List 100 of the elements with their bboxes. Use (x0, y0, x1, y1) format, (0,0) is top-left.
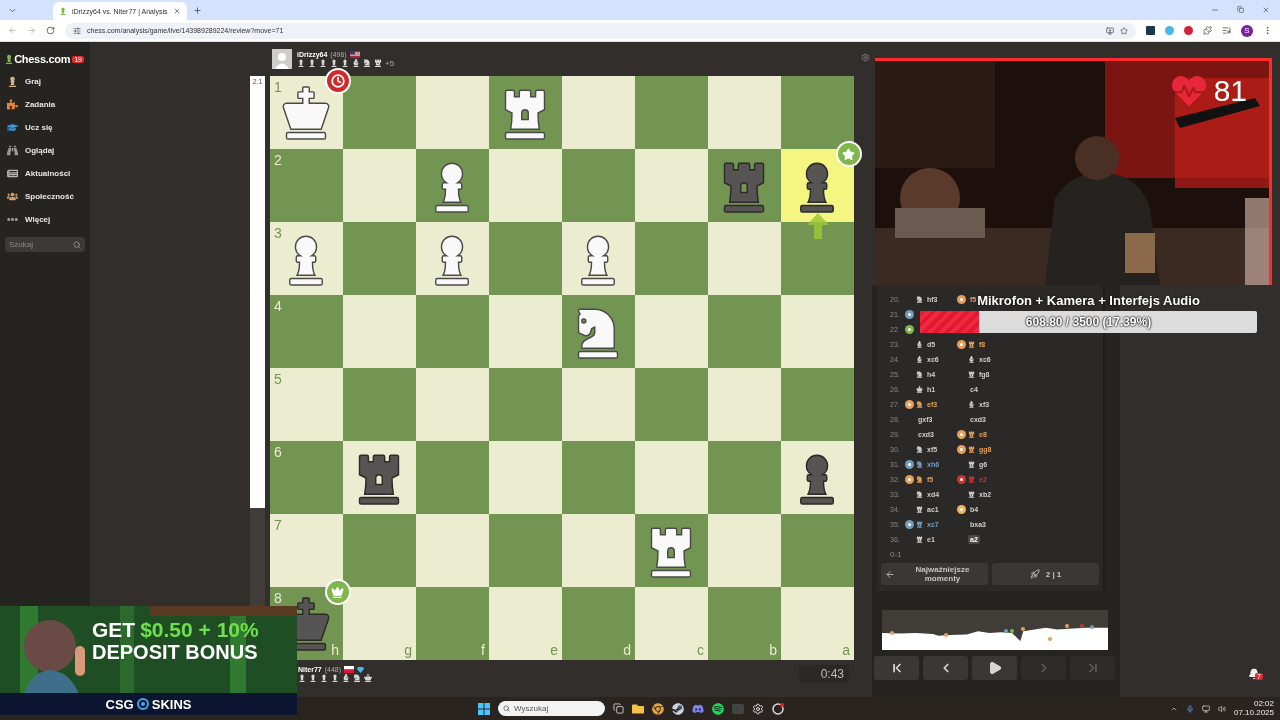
task-view-icon[interactable] (613, 703, 624, 714)
rocket-icon (1029, 569, 1040, 579)
notification-bell-icon[interactable] (1248, 668, 1260, 680)
rocket-button[interactable]: 2 | 1 (992, 563, 1099, 585)
game-result: 0-1 (889, 549, 903, 561)
ad-brand: CSG (105, 696, 134, 712)
heartbeat-icon (1171, 74, 1206, 108)
evaluation-graph[interactable] (882, 610, 1108, 650)
file-label: c (696, 642, 704, 658)
ad-brand: SKINS (151, 696, 192, 712)
volume-icon[interactable] (1217, 704, 1226, 713)
app-icon[interactable] (732, 703, 744, 714)
windows-logo-icon[interactable] (478, 702, 490, 715)
board-square[interactable] (780, 441, 854, 514)
close-icon[interactable] (1262, 6, 1270, 14)
chat-app-icon[interactable] (692, 702, 704, 715)
rank-label: 3 (273, 225, 282, 241)
folder-icon[interactable] (632, 702, 644, 715)
clock-date[interactable]: 07.10.2025 (1233, 708, 1274, 718)
sidebar-item[interactable]: Więcej (0, 208, 90, 231)
game-client-icon[interactable] (672, 702, 684, 715)
board-square[interactable] (342, 441, 416, 514)
menu-icon[interactable] (1263, 26, 1272, 35)
network-icon[interactable] (1201, 704, 1210, 713)
restore-icon[interactable] (1237, 6, 1244, 13)
browser-icon[interactable] (652, 702, 664, 715)
clock-time[interactable]: 02:02 (1253, 699, 1274, 709)
goal-progress-reading: 608.80 / 3500 (17.39%) (1024, 314, 1153, 332)
back-icon[interactable] (8, 26, 17, 35)
heart-rate: 81 (1213, 74, 1247, 108)
install-icon[interactable] (1106, 26, 1114, 35)
file-label: h (331, 642, 339, 658)
board-square[interactable] (634, 514, 708, 587)
board-square[interactable] (561, 295, 635, 368)
binoculars-icon (7, 145, 18, 156)
rank-label: 7 (273, 517, 282, 533)
rank-label: 5 (273, 371, 282, 387)
play-icon (987, 661, 1002, 675)
material-advantage: +5 (384, 58, 395, 68)
close-icon[interactable] (172, 7, 181, 15)
extension-icon[interactable] (1146, 26, 1155, 35)
extensions-icon[interactable] (1203, 26, 1212, 35)
puzzle-icon (7, 99, 18, 110)
board-square[interactable] (488, 76, 562, 149)
music-app-icon[interactable] (712, 702, 724, 715)
minimize-icon[interactable] (1211, 6, 1219, 14)
sidebar-item[interactable]: Aktualności (0, 162, 90, 185)
board-square[interactable] (415, 222, 489, 295)
site-logo[interactable]: Chess.com (14, 53, 71, 65)
extension-icon[interactable] (1184, 26, 1193, 35)
player-clock: 0:43 (799, 665, 849, 683)
sidebar-item[interactable]: Graj (0, 70, 90, 93)
reload-icon[interactable] (46, 26, 55, 35)
board-square[interactable] (561, 222, 635, 295)
sidebar-item[interactable]: Ucz się (0, 116, 90, 139)
diamond-icon (357, 666, 365, 673)
forward-icon[interactable] (27, 26, 36, 35)
media-icon[interactable] (1222, 26, 1231, 35)
settings-icon[interactable] (861, 53, 870, 62)
file-label: f (481, 642, 485, 658)
rank-label: 1 (273, 79, 282, 95)
search-icon (503, 705, 510, 712)
file-label: d (623, 642, 631, 658)
file-label: g (404, 642, 412, 658)
site-info-icon[interactable] (73, 26, 81, 35)
file-label: b (769, 642, 777, 658)
rank-label: 6 (273, 444, 282, 460)
flag-icon (349, 50, 360, 58)
bookmark-icon[interactable] (1120, 26, 1128, 35)
rank-label: 2 (273, 152, 282, 168)
ad-overlay[interactable]: GET $0.50 + 10% DEPOSIT BONUS CSG SKINS (0, 606, 297, 715)
key-moments-button[interactable]: Najważniejsze momenty (881, 563, 988, 585)
ad-headline: DEPOSIT BONUS (92, 641, 259, 664)
sidebar-item[interactable]: Oglądaj (0, 139, 90, 162)
play-move-button[interactable] (972, 656, 1017, 680)
player-avatar (271, 49, 292, 69)
gear-app-icon[interactable] (752, 702, 764, 715)
extension-icon[interactable] (1165, 26, 1174, 35)
board-square[interactable] (415, 149, 489, 222)
profile-avatar[interactable]: S (1241, 24, 1253, 37)
new-tab-icon[interactable] (192, 5, 202, 15)
ad-headline: $0.50 + 10% (140, 618, 259, 642)
sidebar-item[interactable]: Społeczność (0, 185, 90, 208)
ad-headline: GET (92, 618, 136, 642)
highlighted-square[interactable] (780, 149, 854, 222)
taskbar-search-field[interactable]: Wyszukaj (498, 701, 605, 716)
graduation-cap-icon (7, 122, 18, 133)
newspaper-icon (7, 168, 18, 179)
file-label: e (550, 642, 558, 658)
search-icon (73, 240, 81, 249)
microphone-icon[interactable] (1185, 704, 1194, 713)
flag-icon (344, 666, 355, 673)
camera-app-icon[interactable] (772, 702, 784, 715)
pawn-icon (59, 7, 67, 15)
goal-title: Mikrofon + Kamera + Interfejs Audio (977, 293, 1200, 308)
rank-label: 4 (273, 298, 282, 314)
file-label: a (842, 642, 850, 658)
first-move-button[interactable] (874, 656, 919, 680)
sidebar-item[interactable]: Zadania (0, 93, 90, 116)
arrow-left-icon (885, 568, 895, 580)
